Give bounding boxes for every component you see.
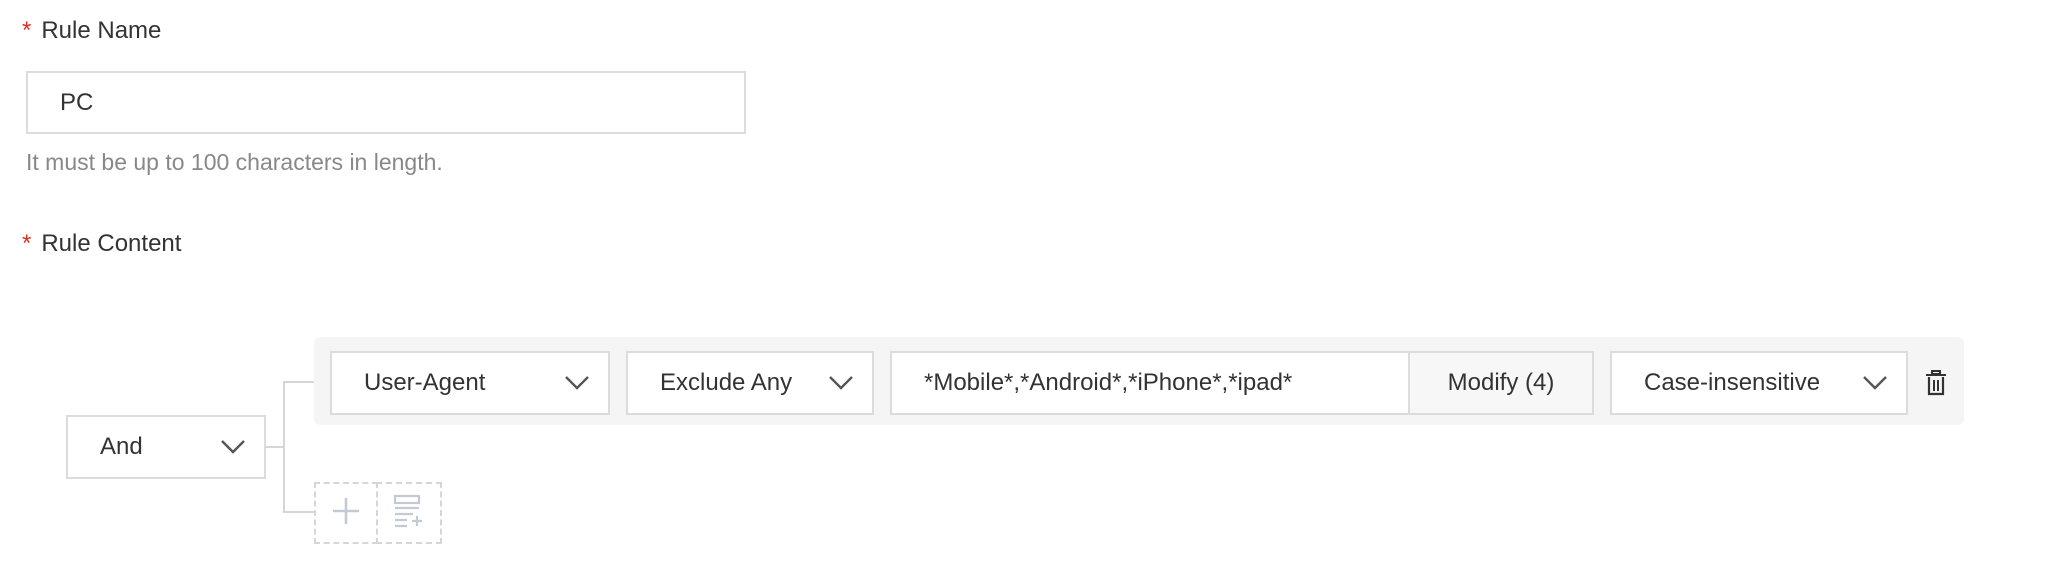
rule-name-help: It must be up to 100 characters in lengt… [26, 148, 443, 175]
tree-connector [283, 381, 285, 513]
condition-value-text: *Mobile*,*Android*,*iPhone*,*ipad* [924, 369, 1293, 396]
rule-name-label-text: Rule Name [41, 17, 162, 44]
add-condition-button[interactable] [314, 482, 378, 544]
logic-operator-select[interactable]: And [66, 415, 266, 479]
rule-name-value: PC [60, 88, 94, 116]
required-mark: * [22, 230, 32, 257]
rule-content-label-text: Rule Content [41, 230, 182, 257]
logic-operator-value: And [100, 433, 143, 460]
rule-name-input[interactable]: PC [26, 71, 746, 134]
add-condition-group-icon [393, 494, 425, 533]
tree-connector [283, 381, 315, 383]
chevron-down-icon [1862, 375, 1888, 391]
trash-icon[interactable] [1922, 368, 1950, 398]
add-condition-group-button[interactable] [376, 482, 442, 544]
rule-content-label: * Rule Content [22, 229, 181, 259]
case-sensitivity-select[interactable]: Case-insensitive [1610, 351, 1908, 415]
chevron-down-icon [828, 375, 854, 391]
modify-button[interactable]: Modify (4) [1408, 351, 1594, 415]
tree-connector [283, 511, 315, 513]
required-mark: * [22, 17, 32, 44]
condition-field-value: User-Agent [364, 369, 486, 396]
rule-name-label: * Rule Name [22, 16, 161, 46]
case-sensitivity-value: Case-insensitive [1644, 369, 1821, 396]
condition-value-input[interactable]: *Mobile*,*Android*,*iPhone*,*ipad* [890, 351, 1410, 415]
chevron-down-icon [564, 375, 590, 391]
condition-operator-value: Exclude Any [660, 369, 793, 396]
plus-icon [331, 496, 361, 531]
condition-field-select[interactable]: User-Agent [330, 351, 610, 415]
tree-connector [266, 446, 284, 448]
chevron-down-icon [220, 439, 246, 455]
condition-operator-select[interactable]: Exclude Any [626, 351, 874, 415]
